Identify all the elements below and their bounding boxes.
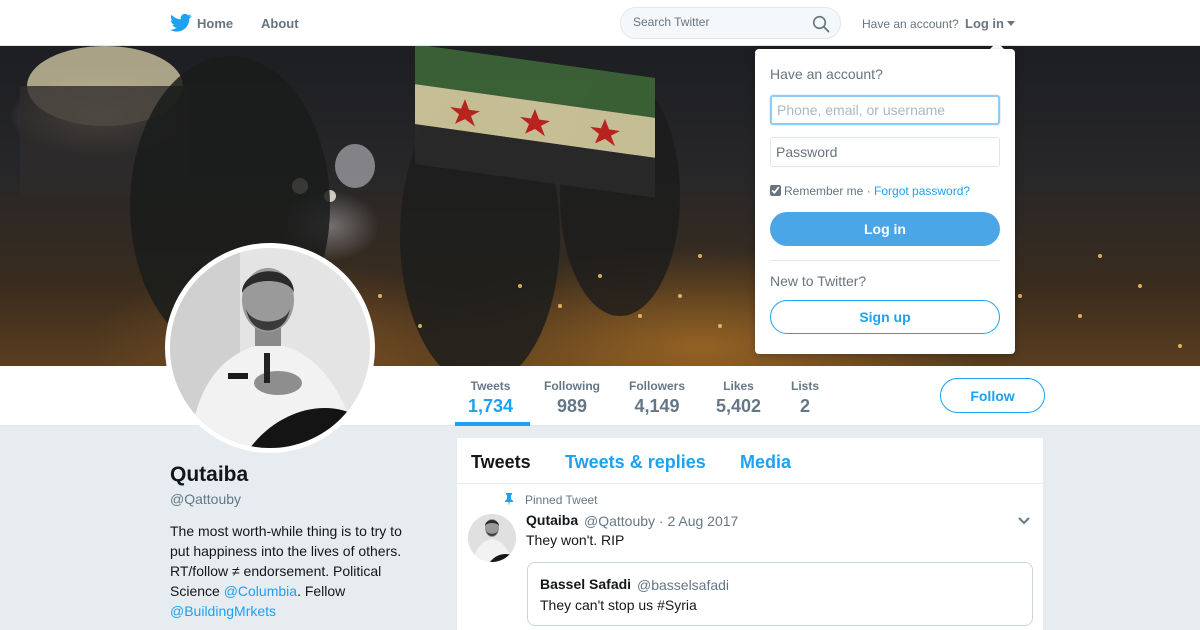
profile-name[interactable]: Qutaiba xyxy=(170,463,248,487)
stat-label: Followers xyxy=(629,379,686,393)
stat-tweets[interactable]: Tweets 1,734 xyxy=(468,379,513,417)
profile-avatar[interactable] xyxy=(165,243,375,453)
have-account-text: Have an account? xyxy=(862,17,959,31)
username-field[interactable] xyxy=(770,95,1000,125)
bio-text: . Fellow xyxy=(297,583,346,599)
search-input[interactable] xyxy=(633,15,803,29)
stat-following[interactable]: Following 989 xyxy=(544,379,600,417)
stat-label: Likes xyxy=(723,379,754,393)
remember-me-checkbox[interactable] xyxy=(770,185,781,196)
tweet-avatar-photo xyxy=(468,514,516,562)
stat-value: 989 xyxy=(556,396,588,416)
avatar-photo xyxy=(170,248,370,448)
tab-media[interactable]: Media xyxy=(740,452,791,473)
stat-value: 5,402 xyxy=(716,396,762,416)
remember-row: Remember me · Forgot password? xyxy=(770,184,970,198)
login-button[interactable]: Log in xyxy=(770,212,1000,246)
quoted-tweet-text: They can't stop us #Syria xyxy=(540,597,697,613)
quoted-author-handle: @basselsafadi xyxy=(637,577,730,593)
search-icon[interactable] xyxy=(812,15,830,33)
search-box[interactable] xyxy=(620,7,841,39)
tweet-avatar[interactable] xyxy=(468,514,516,562)
stat-lists[interactable]: Lists 2 xyxy=(791,379,819,417)
tab-tweets[interactable]: Tweets xyxy=(471,452,531,473)
profile-handle[interactable]: @Qattouby xyxy=(170,491,241,507)
timeline: Tweets Tweets & replies Media Pinned Twe… xyxy=(456,437,1044,630)
active-stat-underline xyxy=(455,422,530,426)
quoted-author-name: Bassel Safadi xyxy=(540,576,632,592)
tweet-text: They won't. RIP xyxy=(526,532,625,548)
separator: · xyxy=(863,184,875,198)
pin-icon xyxy=(505,493,513,506)
dropdown-divider xyxy=(770,260,1000,261)
profile-bio: The most worth-while thing is to try to … xyxy=(170,521,420,621)
top-navigation-bar: Home About Have an account? Log in xyxy=(0,0,1200,46)
signup-button[interactable]: Sign up xyxy=(770,300,1000,334)
chevron-down-icon[interactable] xyxy=(1007,21,1015,26)
nav-home-link[interactable]: Home xyxy=(197,16,233,31)
stat-label: Following xyxy=(544,379,600,393)
stat-label: Tweets xyxy=(470,379,511,393)
stat-value: 1,734 xyxy=(468,396,514,416)
stat-value: 4,149 xyxy=(634,396,680,416)
tweet-meta[interactable]: @Qattouby · 2 Aug 2017 xyxy=(584,513,738,529)
password-field[interactable] xyxy=(770,137,1000,167)
stat-value: 2 xyxy=(800,396,811,416)
bio-link-buildingmrkets[interactable]: @BuildingMrkets xyxy=(170,603,276,619)
chevron-down-icon[interactable] xyxy=(1017,516,1031,526)
forgot-password-link[interactable]: Forgot password? xyxy=(874,184,970,198)
stat-label: Lists xyxy=(791,379,820,393)
nav-about-link[interactable]: About xyxy=(261,16,299,31)
pinned-tweet-label: Pinned Tweet xyxy=(525,493,598,507)
tab-tweets-replies[interactable]: Tweets & replies xyxy=(565,452,706,473)
dropdown-title: Have an account? xyxy=(770,66,883,82)
stat-followers[interactable]: Followers 4,149 xyxy=(629,379,685,417)
quoted-tweet[interactable]: Bassel Safadi @basselsafadi They can't s… xyxy=(527,562,1033,626)
tweet-author-name[interactable]: Qutaiba xyxy=(526,512,578,528)
new-to-twitter-text: New to Twitter? xyxy=(770,273,867,289)
twitter-bird-icon[interactable] xyxy=(170,13,192,33)
stat-likes[interactable]: Likes 5,402 xyxy=(716,379,761,417)
login-dropdown-toggle[interactable]: Log in xyxy=(965,16,1004,31)
follow-button[interactable]: Follow xyxy=(940,378,1045,413)
remember-me-label[interactable]: Remember me xyxy=(784,184,863,198)
login-dropdown: Have an account? Remember me · Forgot pa… xyxy=(755,49,1015,354)
bio-link-columbia[interactable]: @Columbia xyxy=(224,583,297,599)
timeline-tabs: Tweets Tweets & replies Media xyxy=(457,438,1043,484)
